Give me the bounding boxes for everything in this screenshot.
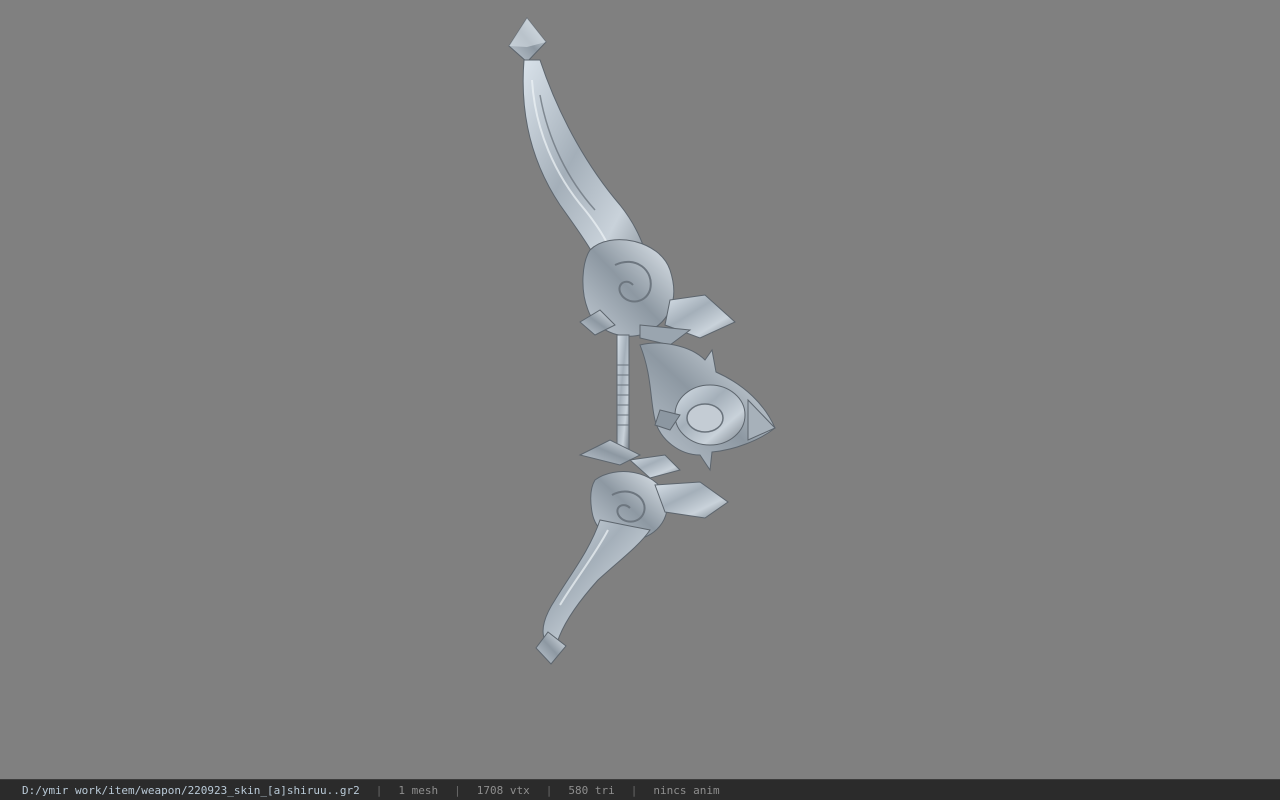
separator: | [375,783,383,797]
separator: | [454,783,461,797]
triangle-count: 580 tri [568,783,615,797]
status-bar: D:/ymir work/item/weapon/220923_skin_[a]… [0,779,1280,800]
3d-viewport[interactable] [0,0,1280,779]
mesh-count: 1 mesh [398,783,439,797]
vertex-count: 1708 vtx [476,783,530,797]
animation-status: nincs anim [653,783,720,797]
separator: | [545,783,553,797]
bow-model [508,17,776,665]
file-path: D:/ymir work/item/weapon/220923_skin_[a]… [22,783,360,797]
separator: | [630,783,638,797]
